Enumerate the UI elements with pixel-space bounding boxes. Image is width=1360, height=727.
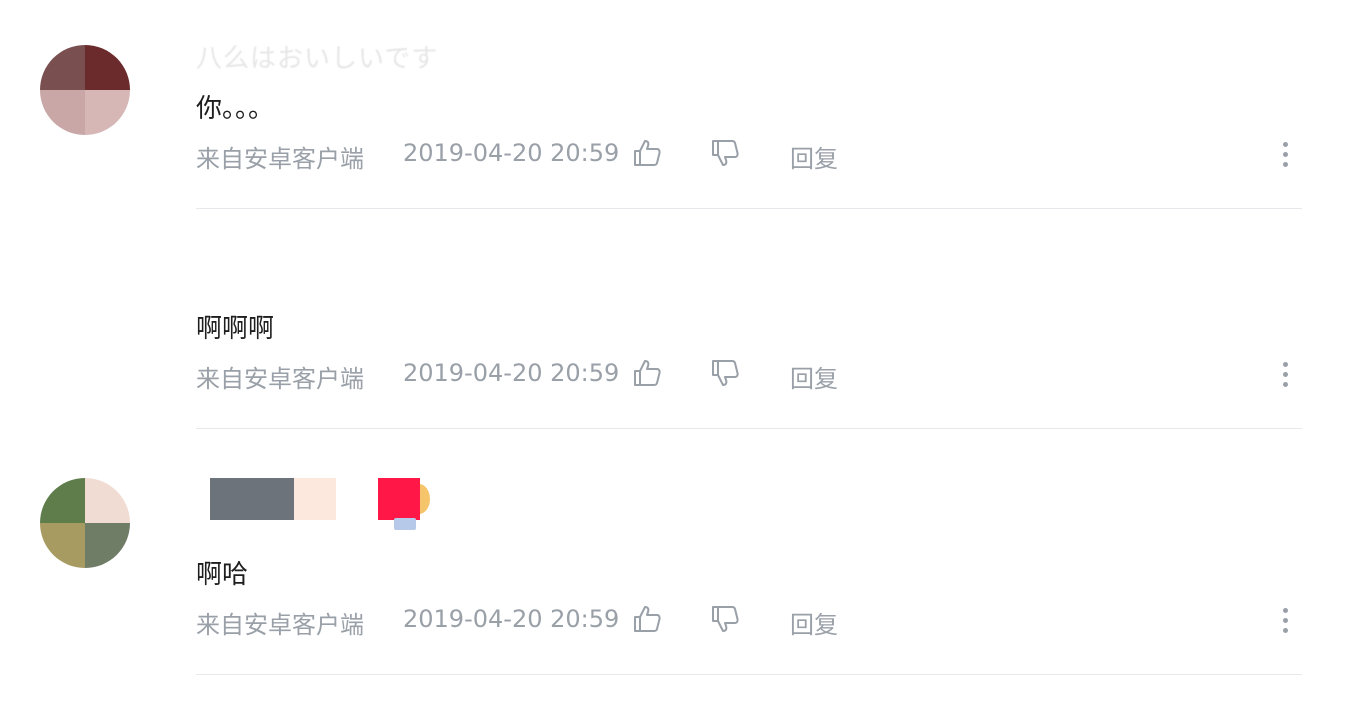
username-redacted[interactable] — [210, 478, 336, 520]
avatar[interactable] — [40, 45, 130, 135]
divider — [196, 428, 1302, 429]
source-label: 来自安卓客户端 — [196, 611, 364, 639]
source-label: 来自安卓客户端 — [196, 145, 364, 173]
user-badge-icon — [378, 478, 434, 534]
truncated-username: 八么はおいしいです — [196, 44, 439, 74]
comment-item: 啊啊啊 来自安卓客户端 2019-04-20 20:59 回复 — [0, 210, 1360, 430]
divider — [196, 208, 1302, 209]
avatar[interactable] — [40, 478, 130, 568]
reply-button[interactable]: 回复 — [790, 605, 838, 640]
more-vertical-icon[interactable] — [1274, 359, 1296, 391]
reply-button[interactable]: 回复 — [790, 359, 838, 394]
comment-meta: 来自安卓客户端 2019-04-20 20:59 回复 — [196, 357, 1306, 394]
more-vertical-icon[interactable] — [1274, 605, 1296, 637]
thumbs-up-icon[interactable] — [631, 137, 663, 169]
comment-item: 八么はおいしいです 你。。。 来自安卓客户端 2019-04-20 20:59 … — [0, 0, 1360, 210]
timestamp: 2019-04-20 20:59 — [403, 605, 620, 633]
comment-meta: 来自安卓客户端 2019-04-20 20:59 回复 — [196, 603, 1306, 640]
source-label: 来自安卓客户端 — [196, 365, 364, 393]
thumbs-down-icon[interactable] — [709, 357, 741, 389]
comment-text: 啊哈 — [196, 560, 249, 590]
timestamp: 2019-04-20 20:59 — [403, 139, 620, 167]
comment-item: 啊哈 来自安卓客户端 2019-04-20 20:59 回复 — [0, 430, 1360, 690]
comment-text: 啊啊啊 — [196, 314, 275, 344]
comment-text: 你。。。 — [196, 94, 275, 124]
comment-meta: 来自安卓客户端 2019-04-20 20:59 回复 — [196, 137, 1306, 174]
timestamp: 2019-04-20 20:59 — [403, 359, 620, 387]
more-vertical-icon[interactable] — [1274, 139, 1296, 171]
thumbs-down-icon[interactable] — [709, 137, 741, 169]
reply-button[interactable]: 回复 — [790, 139, 838, 174]
thumbs-up-icon[interactable] — [631, 357, 663, 389]
thumbs-down-icon[interactable] — [709, 603, 741, 635]
thumbs-up-icon[interactable] — [631, 603, 663, 635]
divider — [196, 674, 1302, 675]
